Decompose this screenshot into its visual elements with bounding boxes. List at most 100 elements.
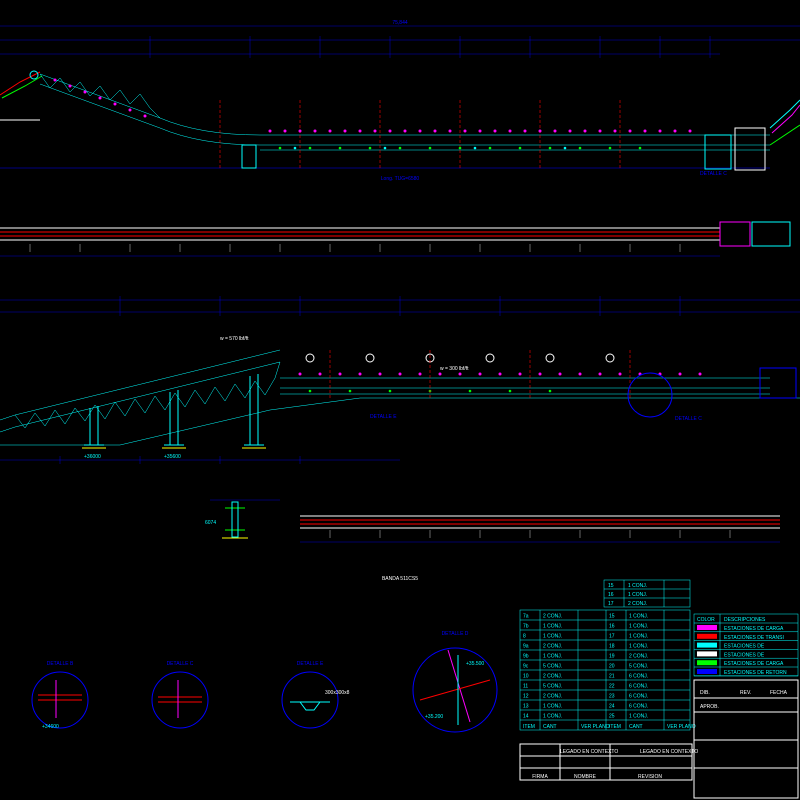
long-label: Long. TUG=6580 [381, 176, 420, 182]
svg-text:1 CONJ.: 1 CONJ. [629, 614, 648, 620]
svg-text:23: 23 [609, 694, 615, 700]
svg-text:16: 16 [609, 624, 615, 630]
svg-text:20: 20 [609, 664, 615, 670]
upper-elevation: 75,844 [0, 20, 800, 182]
svg-text:2 CONJ.: 2 CONJ. [543, 614, 562, 620]
title-block: DIB. REV. FECHA APROB. [694, 680, 798, 798]
svg-text:2 CONJ.: 2 CONJ. [629, 654, 648, 660]
svg-text:18: 18 [609, 644, 615, 650]
svg-text:11: 11 [523, 684, 528, 690]
svg-text:10: 10 [523, 674, 529, 680]
svg-text:DETALLE C: DETALLE C [167, 661, 194, 667]
svg-text:8: 8 [523, 634, 526, 640]
dim-label: 75,844 [392, 20, 408, 26]
svg-text:DETALLE E: DETALLE E [370, 414, 397, 420]
svg-text:24: 24 [609, 704, 615, 710]
svg-text:7a: 7a [523, 614, 529, 620]
svg-text:2 CONJ.: 2 CONJ. [543, 644, 562, 650]
svg-text:1 CONJ.: 1 CONJ. [543, 654, 562, 660]
svg-text:DETALLE D: DETALLE D [442, 631, 469, 637]
svg-text:1 CONJ.: 1 CONJ. [543, 714, 562, 720]
lower-elevation: w = 570 lbf/ft w = 300 lbf/ft +36000 +35… [0, 296, 800, 464]
svg-text:REV.: REV. [740, 690, 751, 696]
svg-text:9b: 9b [523, 654, 529, 660]
svg-text:25: 25 [609, 714, 615, 720]
svg-text:DIB.: DIB. [700, 690, 710, 696]
svg-text:6074: 6074 [205, 520, 216, 526]
svg-text:5 CONJ.: 5 CONJ. [543, 664, 562, 670]
svg-text:17: 17 [608, 601, 614, 607]
svg-text:7b: 7b [523, 624, 529, 630]
svg-text:5 CONJ.: 5 CONJ. [629, 664, 648, 670]
svg-text:6 CONJ.: 6 CONJ. [629, 694, 648, 700]
svg-text:ESTACIONES DE: ESTACIONES DE [724, 652, 765, 658]
svg-text:COLOR: COLOR [697, 617, 715, 623]
svg-text:LEGADO EN CONTEXTO: LEGADO EN CONTEXTO [640, 749, 698, 755]
svg-text:1 CONJ.: 1 CONJ. [629, 634, 648, 640]
svg-text:APROB.: APROB. [700, 704, 719, 710]
svg-text:+35.500: +35.500 [466, 661, 484, 667]
lower-plan: 6074 [205, 500, 780, 542]
svg-text:DETALLE C: DETALLE C [675, 416, 702, 422]
svg-text:15: 15 [609, 614, 615, 620]
svg-text:DETALLE B: DETALLE B [47, 661, 74, 667]
det-c-callout: DETALLE C [700, 171, 727, 177]
upper-plan [0, 222, 790, 256]
svg-text:5 CONJ.: 5 CONJ. [543, 684, 562, 690]
svg-text:2 CONJ.: 2 CONJ. [543, 694, 562, 700]
svg-text:15: 15 [608, 583, 614, 589]
svg-text:17: 17 [609, 634, 615, 640]
svg-text:LEGADO EN CONTEXTO: LEGADO EN CONTEXTO [560, 749, 618, 755]
drawing-title: BANDA 511CS5 [382, 576, 418, 582]
cad-drawing: 75,844 [0, 0, 800, 800]
svg-text:1 CONJ.: 1 CONJ. [543, 624, 562, 630]
svg-text:ESTACIONES DE CARGA: ESTACIONES DE CARGA [724, 661, 784, 667]
svg-text:1 CONJ.: 1 CONJ. [543, 634, 562, 640]
svg-text:19: 19 [609, 654, 615, 660]
svg-text:2 CONJ.: 2 CONJ. [543, 674, 562, 680]
svg-text:1 CONJ.: 1 CONJ. [629, 644, 648, 650]
svg-text:9c: 9c [523, 664, 529, 670]
svg-text:9a: 9a [523, 644, 529, 650]
svg-text:1 CONJ.: 1 CONJ. [629, 624, 648, 630]
svg-text:+34600: +34600 [42, 724, 59, 730]
svg-text:1 CONJ.: 1 CONJ. [543, 704, 562, 710]
svg-text:+35.200: +35.200 [425, 714, 443, 720]
svg-text:NOMBRE: NOMBRE [574, 774, 597, 780]
svg-text:1 CONJ.: 1 CONJ. [629, 714, 648, 720]
svg-text:6 CONJ.: 6 CONJ. [629, 704, 648, 710]
svg-text:FIRMA: FIRMA [532, 774, 548, 780]
svg-text:+36000: +36000 [84, 454, 101, 460]
svg-text:6 CONJ.: 6 CONJ. [629, 674, 648, 680]
load-w1: w = 570 lbf/ft [220, 336, 249, 342]
svg-text:CANT: CANT [543, 724, 557, 730]
svg-text:ESTACIONES DE: ESTACIONES DE [724, 644, 765, 650]
svg-text:13: 13 [523, 704, 529, 710]
svg-text:ITEM: ITEM [523, 724, 535, 730]
svg-text:ITEM: ITEM [609, 724, 621, 730]
svg-text:ESTACIONES DE CARGA: ESTACIONES DE CARGA [724, 626, 784, 632]
svg-text:+35600: +35600 [164, 454, 181, 460]
svg-text:14: 14 [523, 714, 529, 720]
svg-text:1 CONJ.: 1 CONJ. [628, 592, 647, 598]
svg-text:300x300x8: 300x300x8 [325, 690, 350, 696]
svg-text:22: 22 [609, 684, 615, 690]
svg-text:VER PLANO: VER PLANO [667, 724, 696, 730]
svg-text:12: 12 [523, 694, 529, 700]
details-row: DETALLE B +34600 DETALLE C DETALLE E 300… [32, 631, 497, 732]
svg-text:DESCRIPCIONES: DESCRIPCIONES [724, 617, 766, 623]
svg-text:ESTACIONES DE RETORN: ESTACIONES DE RETORN [724, 670, 787, 676]
svg-text:1 CONJ.: 1 CONJ. [628, 583, 647, 589]
svg-text:FECHA: FECHA [770, 690, 788, 696]
svg-text:DETALLE E: DETALLE E [297, 661, 324, 667]
load-w2: w = 300 lbf/ft [440, 366, 469, 372]
svg-text:ESTACIONES DE TRANSI: ESTACIONES DE TRANSI [724, 635, 784, 641]
svg-text:CANT: CANT [629, 724, 643, 730]
svg-text:6 CONJ.: 6 CONJ. [629, 684, 648, 690]
parts-table: 15 1 CONJ. 16 1 CONJ. 17 2 CONJ. ITEM CAN… [520, 580, 696, 730]
revision-strip: FIRMA NOMBRE REVISION LEGADO EN CONTEXTO… [520, 744, 698, 780]
svg-text:REVISION: REVISION [638, 774, 662, 780]
svg-text:16: 16 [608, 592, 614, 598]
svg-text:21: 21 [609, 674, 615, 680]
svg-text:VER PLANO: VER PLANO [581, 724, 610, 730]
